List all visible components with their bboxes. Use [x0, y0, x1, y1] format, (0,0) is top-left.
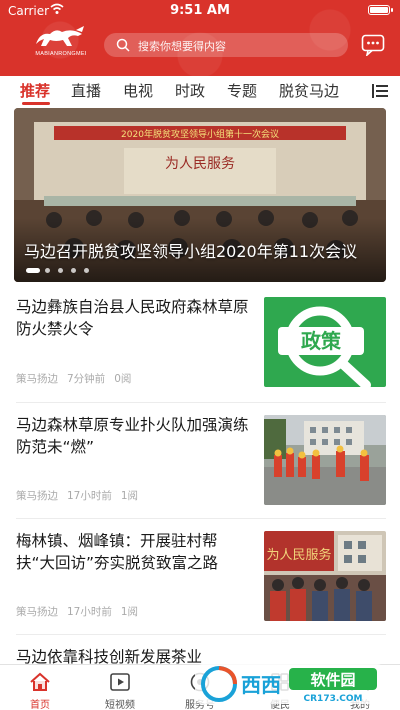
- news-time: 17小时前: [67, 490, 112, 502]
- policy-thumb-text: 政策: [301, 329, 342, 353]
- news-time: 7分钟前: [67, 373, 106, 385]
- watermark-brand: 西西: [241, 673, 281, 697]
- category-tabs: 推荐 直播 电视 时政 专题 脱贫马边: [0, 76, 400, 106]
- app-logo: MABIANRONGMEI: [30, 24, 92, 60]
- search-placeholder: 搜索你想要得内容: [138, 40, 226, 53]
- site-watermark: 西西 软件园 CR173.COM: [195, 664, 385, 704]
- tabs-fade: [352, 76, 372, 106]
- search-icon: [116, 38, 130, 52]
- news-thumbnail: [264, 415, 386, 505]
- news-source: 策马扬边: [16, 606, 58, 618]
- clock: 9:51 AM: [170, 3, 230, 18]
- message-icon[interactable]: [361, 34, 385, 56]
- horse-logo-icon: [36, 26, 84, 46]
- news-item[interactable]: 马边森林草原专业扑火队加强演练防范未“燃” 策马扬边 17小时前 1阅: [0, 414, 400, 518]
- brand-wordmark: MABIANRONGMEI: [35, 51, 87, 57]
- tab-politics[interactable]: 时政: [175, 80, 205, 101]
- home-icon: [30, 672, 50, 691]
- nav-short-video[interactable]: 短视频: [90, 665, 150, 710]
- status-bar: Carrier 9:51 AM: [0, 0, 400, 22]
- backdrop-banner-text: 2020年脱贫攻坚领导小组第十一次会议: [121, 128, 279, 140]
- nav-label: 短视频: [105, 700, 135, 710]
- active-tab-indicator: [22, 102, 50, 105]
- tab-live[interactable]: 直播: [71, 80, 101, 101]
- video-icon: [110, 673, 130, 691]
- menu-icon[interactable]: [372, 84, 390, 98]
- carousel-dot: [71, 268, 76, 273]
- news-reads: 1阅: [120, 606, 139, 618]
- tab-poverty-alleviation[interactable]: 脱贫马边: [279, 80, 339, 101]
- carousel-dot: [26, 268, 40, 273]
- divider: [16, 518, 386, 519]
- nav-label: 首页: [30, 700, 50, 710]
- watermark-url: CR173.COM: [304, 694, 363, 704]
- carousel-dot: [45, 268, 50, 273]
- nav-home[interactable]: 首页: [10, 665, 70, 710]
- tab-recommend[interactable]: 推荐: [20, 80, 50, 101]
- tab-topics[interactable]: 专题: [227, 80, 257, 101]
- banner-carousel[interactable]: 2020年脱贫攻坚领导小组第十一次会议 为人民服务 马边召开脱贫攻坚领导小组20…: [14, 108, 386, 282]
- news-title: 马边森林草原专业扑火队加强演练防范未“燃”: [16, 416, 249, 456]
- news-source: 策马扬边: [16, 373, 58, 385]
- news-reads: 0阅: [114, 373, 132, 385]
- news-title: 马边彝族自治县人民政府森林草原防火禁火令: [16, 298, 249, 338]
- news-thumbnail: 为人民服务: [264, 531, 386, 621]
- news-meta: 策马扬边 17小时前 1阅: [16, 604, 147, 619]
- divider: [16, 634, 386, 635]
- news-meta: 策马扬边 7分钟前 0阅: [16, 371, 140, 386]
- banner-caption: 马边召开脱贫攻坚领导小组2020年第11次会议: [24, 242, 358, 261]
- news-time: 17小时前: [67, 606, 112, 618]
- news-meta: 策马扬边 17小时前 1阅: [16, 488, 147, 503]
- watermark-site-name: 软件园: [310, 671, 355, 689]
- divider: [16, 402, 386, 403]
- news-item[interactable]: 梅林镇、烟峰镇：开展驻村帮扶“大回访”夯实脱贫致富之路 策马扬边 17小时前 1阅 …: [0, 530, 400, 634]
- news-thumbnail: 政策: [264, 297, 386, 387]
- carousel-dot: [84, 268, 89, 273]
- news-title: 梅林镇、烟峰镇：开展驻村帮扶“大回访”夯实脱贫致富之路: [16, 532, 219, 572]
- search-bar[interactable]: 搜索你想要得内容: [104, 33, 348, 57]
- tab-tv[interactable]: 电视: [123, 80, 153, 101]
- app-header: Carrier 9:51 AM MABIANRONGMEI 搜索你想要得内容: [0, 0, 400, 76]
- thumb-slogan: 为人民服务: [266, 547, 331, 563]
- news-reads: 1阅: [120, 490, 139, 502]
- backdrop-slogan: 为人民服务: [165, 156, 235, 172]
- battery-icon: [368, 5, 393, 15]
- news-source: 策马扬边: [16, 490, 58, 502]
- news-item[interactable]: 马边彝族自治县人民政府森林草原防火禁火令 策马扬边 7分钟前 0阅 政策: [0, 296, 400, 402]
- carousel-dot: [58, 268, 63, 273]
